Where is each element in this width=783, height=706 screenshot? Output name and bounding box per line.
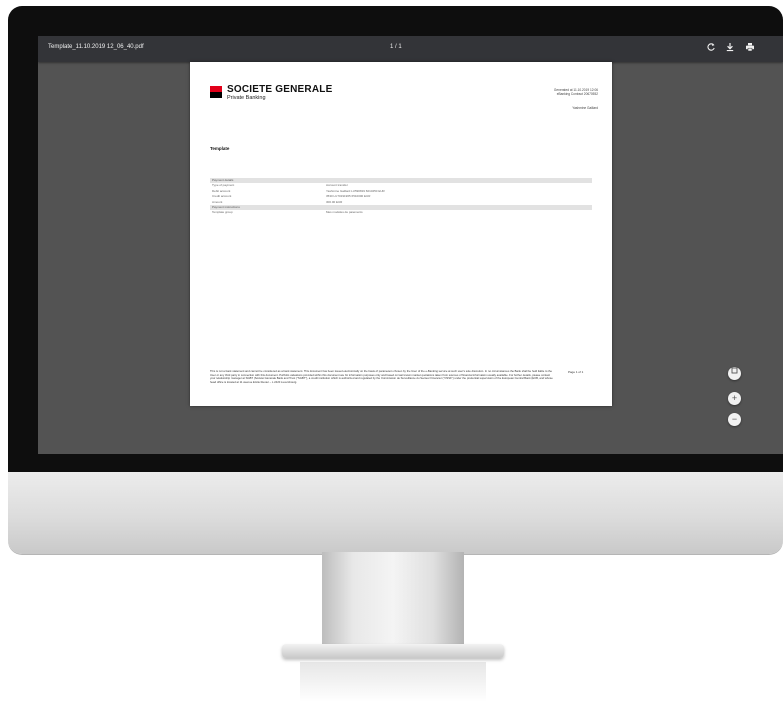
societe-generale-logo — [210, 86, 222, 98]
rotate-icon[interactable] — [705, 42, 717, 54]
row-value: 300.00 EUR — [326, 199, 343, 204]
download-icon[interactable] — [724, 42, 736, 54]
table-row: Amount 300.00 EUR — [210, 200, 592, 206]
monitor-stand-neck — [322, 552, 464, 654]
table-row: Template group Mes modèles de paiements — [210, 210, 592, 216]
brand-name: SOCIETE GENERALE — [227, 84, 333, 95]
zoom-in-button[interactable]: + — [728, 392, 741, 405]
generated-info: Generated at 11.10.2019 12:06 eBanking C… — [554, 88, 598, 96]
stand-reflection — [300, 662, 486, 702]
monitor-chin — [8, 472, 783, 554]
pdf-page: SOCIETE GENERALE Private Banking Generat… — [190, 62, 612, 406]
row-label: Template group — [212, 210, 233, 214]
page-indicator: 1 / 1 — [390, 44, 402, 50]
legal-disclaimer: This is not a bank statement and cannot … — [210, 370, 553, 384]
print-icon[interactable] — [744, 42, 756, 54]
file-name: Template_11.10.2019 12_06_40.pdf — [48, 44, 144, 50]
monitor: Template_11.10.2019 12_06_40.pdf 1 / 1 S… — [8, 6, 783, 554]
fit-to-page-icon[interactable] — [728, 367, 741, 380]
zoom-out-button[interactable]: − — [728, 413, 741, 426]
row-label: Amount — [212, 199, 223, 204]
ebanking-contract: eBanking Contract 20670552 — [556, 92, 598, 97]
pdf-viewer-screen: Template_11.10.2019 12_06_40.pdf 1 / 1 S… — [38, 36, 783, 454]
monitor-bezel: Template_11.10.2019 12_06_40.pdf 1 / 1 S… — [8, 6, 783, 472]
document-title: Template — [210, 146, 230, 151]
payment-details-table: Payment details Type of payment Account … — [210, 178, 592, 216]
generated-user: Yashmine Gaillard — [572, 106, 598, 110]
viewer-toolbar: Template_11.10.2019 12_06_40.pdf 1 / 1 — [38, 36, 783, 62]
page-number: Page 1 of 1 — [568, 370, 584, 374]
row-value: Mes modèles de paiements — [326, 210, 363, 214]
brand-subtitle: Private Banking — [227, 95, 266, 101]
monitor-stand-base — [282, 644, 504, 658]
